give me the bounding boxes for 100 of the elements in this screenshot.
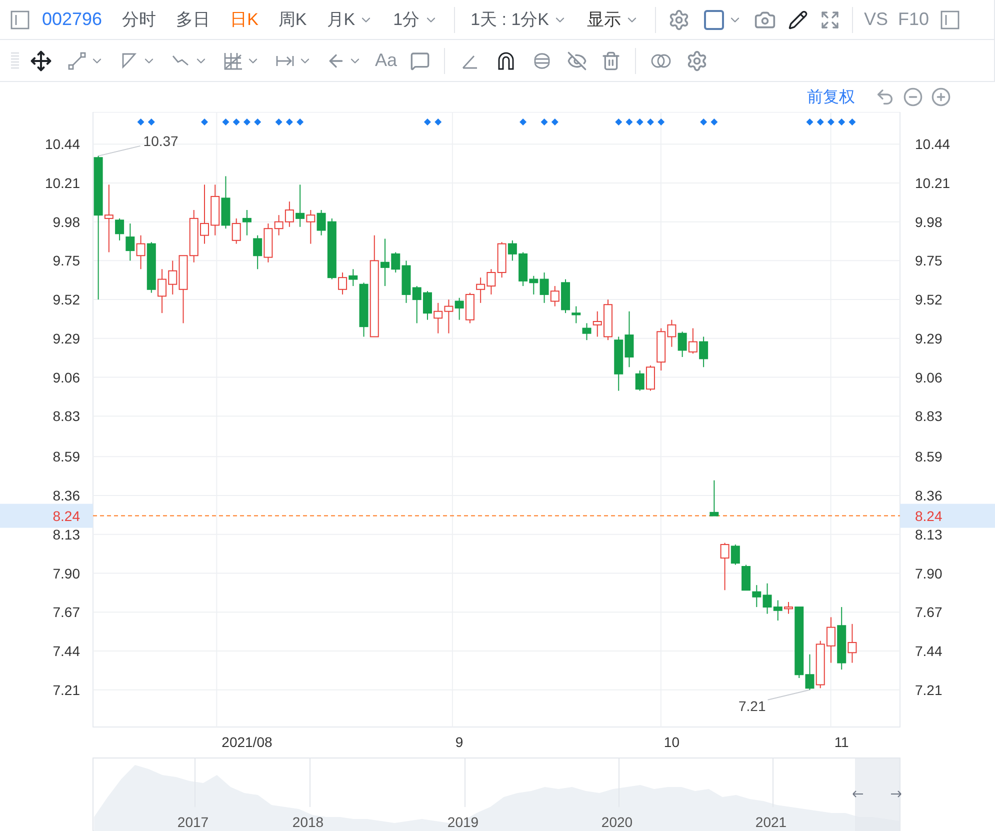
low-price-label: 7.21 — [738, 698, 766, 714]
axis-label: 9.75 — [52, 252, 80, 269]
current-price-tag: 8.24 — [900, 504, 995, 528]
axis-label: 9.98 — [915, 214, 942, 230]
event-marker-icon[interactable] — [232, 118, 240, 126]
axis-label: 8.83 — [52, 408, 80, 424]
ref-line-label: 8.24 — [52, 508, 80, 524]
axis-label: 8.13 — [52, 526, 80, 542]
event-marker-icon[interactable] — [827, 118, 834, 126]
candlestick — [699, 336, 708, 368]
square-icon — [702, 8, 726, 32]
event-marker-icon[interactable] — [243, 118, 250, 126]
panel-icon[interactable] — [940, 10, 960, 30]
event-marker-icon[interactable] — [700, 118, 708, 126]
event-marker-icon[interactable] — [222, 118, 230, 126]
candlestick — [200, 184, 209, 244]
event-marker-icon[interactable] — [201, 118, 208, 126]
event-marker-icon[interactable] — [615, 118, 622, 126]
candlestick — [284, 201, 294, 228]
event-marker-icon[interactable] — [806, 118, 814, 126]
axis-label: 9.06 — [915, 369, 942, 386]
panel-icon[interactable] — [10, 10, 30, 30]
leader-line — [98, 145, 141, 156]
axis-label: 7.67 — [915, 604, 942, 620]
event-marker-icon[interactable] — [520, 118, 527, 126]
event-marker-icon[interactable] — [646, 118, 654, 126]
event-marker-icon[interactable] — [148, 118, 155, 126]
zoom-out-icon[interactable] — [901, 87, 925, 107]
year-label: 2017 — [177, 814, 209, 830]
year-label: 2020 — [601, 814, 633, 830]
year-label: 2018 — [292, 814, 324, 830]
candlestick — [635, 370, 644, 392]
event-marker-icon[interactable] — [626, 118, 633, 126]
candlestick — [826, 616, 836, 664]
event-marker-icon[interactable] — [658, 118, 665, 126]
axis-label: 10.44 — [44, 136, 80, 152]
event-marker-icon[interactable] — [137, 118, 144, 126]
event-marker-icon[interactable] — [296, 118, 304, 126]
axis-label: 11 — [834, 734, 849, 750]
event-marker-icon[interactable] — [424, 118, 431, 126]
axis-label: 8.13 — [915, 526, 942, 542]
event-marker-icon[interactable] — [540, 118, 548, 126]
range-dropdown[interactable]: 1天 : 1分K — [462, 4, 575, 34]
zoom-in-icon[interactable] — [929, 87, 953, 107]
axis-label: 10.44 — [915, 136, 950, 152]
candlestick — [614, 336, 624, 392]
axis-label: 7.21 — [52, 682, 80, 698]
arrow-right-icon[interactable] — [890, 790, 902, 798]
axis-label: 10.21 — [44, 174, 80, 191]
axis-label: 9.52 — [915, 292, 942, 308]
current-price-tag: 8.24 — [0, 504, 93, 528]
axis-label: 8.36 — [915, 488, 942, 504]
axis-label: 8.59 — [52, 448, 80, 465]
period-tab[interactable]: 1分 — [385, 4, 446, 34]
axis-label: 7.90 — [915, 565, 942, 582]
axis-label: 9.52 — [52, 292, 80, 308]
leader-line — [767, 689, 810, 700]
axis-label: 9.98 — [52, 214, 80, 230]
candlestick — [710, 480, 719, 516]
axis-label: 10 — [664, 734, 680, 750]
axis-label: 9 — [455, 734, 464, 750]
event-marker-icon[interactable] — [286, 118, 293, 126]
year-label: 2019 — [447, 814, 479, 830]
event-marker-icon[interactable] — [551, 118, 558, 126]
axis-label: 9.29 — [52, 330, 80, 346]
display-dropdown[interactable]: 显示 — [579, 4, 647, 34]
candlestick — [296, 184, 305, 228]
candlestick — [242, 210, 252, 236]
axis-label: 7.21 — [915, 682, 942, 698]
axis-label: 7.44 — [52, 642, 80, 659]
candlestick — [816, 640, 825, 689]
axis-label: 2021/08 — [222, 734, 272, 750]
axis-label: 9.29 — [915, 330, 942, 346]
event-marker-icon[interactable] — [710, 118, 718, 126]
period-tab[interactable]: 周K — [270, 4, 315, 34]
event-marker-icon[interactable] — [636, 118, 644, 126]
candlestick — [624, 310, 634, 368]
axis-label: 8.36 — [52, 488, 80, 504]
event-marker-icon[interactable] — [254, 118, 262, 126]
event-marker-icon[interactable] — [848, 118, 856, 126]
line-segment-icon — [66, 50, 88, 72]
high-price-label: 10.37 — [143, 132, 178, 149]
candlestick — [646, 364, 655, 392]
axis-label: 8.59 — [915, 448, 942, 465]
period-tab[interactable]: 月K — [318, 4, 382, 34]
axis-label: 9.75 — [915, 252, 942, 269]
axis-label: 8.83 — [915, 408, 942, 424]
year-label: 2021 — [755, 814, 787, 830]
axis-label: 10.21 — [915, 174, 950, 191]
period-tab[interactable]: 多日 — [168, 4, 218, 34]
event-marker-icon[interactable] — [838, 118, 846, 126]
stock-code: 002796 — [42, 9, 102, 30]
adjust-mode-button[interactable]: 前复权 — [807, 86, 855, 108]
candlestick — [253, 234, 262, 270]
arrow-left-icon[interactable] — [852, 790, 864, 798]
event-marker-icon[interactable] — [434, 118, 442, 126]
period-tab[interactable]: 分时 — [114, 4, 164, 34]
grip-icon[interactable] — [10, 52, 20, 69]
event-marker-icon[interactable] — [275, 118, 282, 126]
event-marker-icon[interactable] — [816, 118, 824, 126]
